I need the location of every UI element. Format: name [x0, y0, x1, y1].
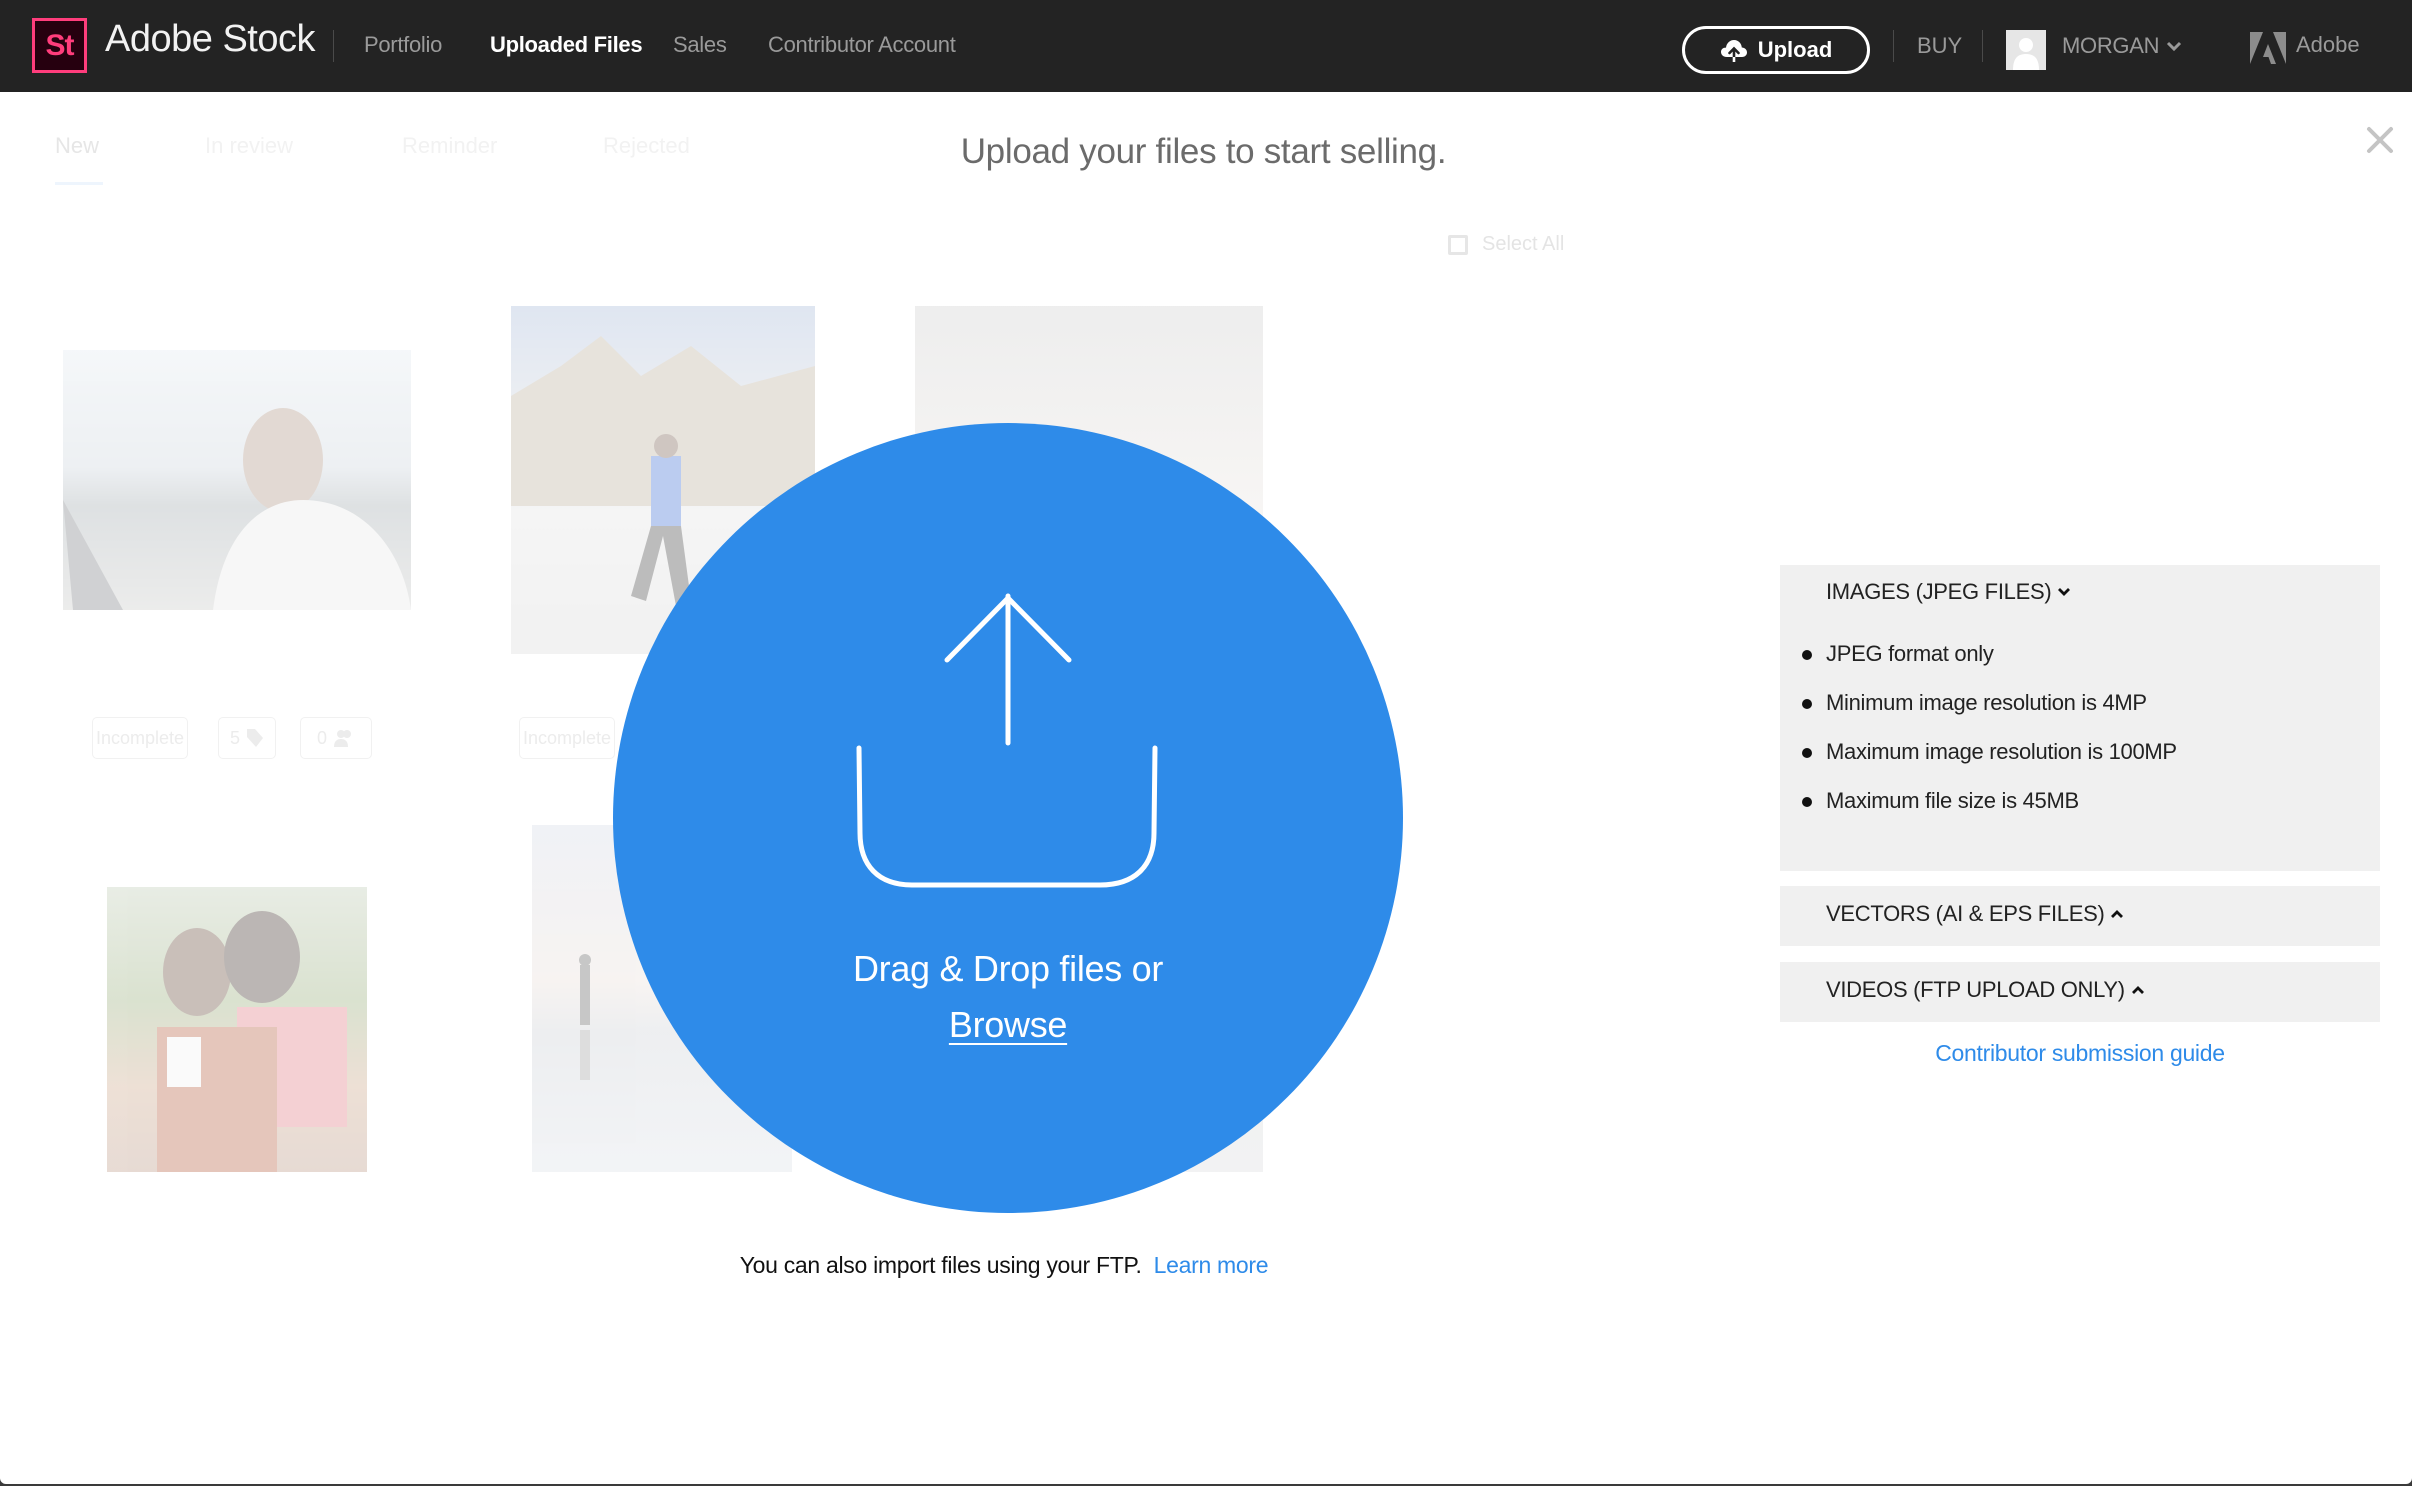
active-tab-indicator	[55, 182, 103, 185]
vectors-requirements-panel: VECTORS (AI & EPS FILES)	[1780, 886, 2380, 946]
brand-name[interactable]: Adobe Stock	[105, 18, 315, 61]
nav-sales[interactable]: Sales	[673, 32, 727, 58]
images-section-toggle[interactable]: IMAGES (JPEG FILES)	[1826, 579, 2071, 605]
ftp-note: You can also import files using your FTP…	[0, 1252, 2008, 1279]
divider	[1982, 30, 1983, 62]
adobe-link[interactable]: Adobe	[2296, 32, 2360, 58]
thumbnail-image	[157, 911, 347, 1172]
people-icon	[334, 730, 351, 747]
vectors-section-title: VECTORS (AI & EPS FILES)	[1826, 901, 2105, 926]
images-requirements-panel: IMAGES (JPEG FILES) JPEG format only Min…	[1780, 565, 2380, 871]
requirement-item: Maximum file size is 45MB	[1802, 786, 2177, 835]
chevron-down-icon[interactable]	[2166, 40, 2182, 52]
top-navigation-bar: St Adobe Stock Portfolio Uploaded Files …	[0, 0, 2412, 92]
user-menu[interactable]: MORGAN	[2062, 33, 2160, 59]
drop-instructions: Drag & Drop files or Browse	[613, 941, 1403, 1053]
user-silhouette-icon	[2013, 38, 2039, 70]
buy-link[interactable]: BUY	[1917, 33, 1962, 59]
upload-arrow-icon	[856, 593, 1158, 888]
drop-zone[interactable]: Drag & Drop files or Browse	[613, 423, 1403, 1213]
tag-icon	[247, 729, 263, 747]
requirement-item: Maximum image resolution is 100MP	[1802, 737, 2177, 786]
keywords-count-badge[interactable]: 5	[218, 717, 276, 759]
contributor-guide-link[interactable]: Contributor submission guide	[1780, 1040, 2380, 1067]
upload-button-label: Upload	[1757, 37, 1833, 62]
avatar[interactable]	[2006, 30, 2046, 70]
upload-page: St Adobe Stock Portfolio Uploaded Files …	[0, 0, 2412, 1484]
images-requirements-list: JPEG format only Minimum image resolutio…	[1802, 639, 2177, 835]
nav-portfolio[interactable]: Portfolio	[364, 32, 442, 58]
status-badge[interactable]: Incomplete	[92, 717, 188, 759]
nav-contributor-account[interactable]: Contributor Account	[768, 32, 956, 58]
requirement-item: JPEG format only	[1802, 639, 2177, 688]
videos-requirements-panel: VIDEOS (FTP UPLOAD ONLY)	[1780, 962, 2380, 1022]
ftp-text: You can also import files using your FTP…	[739, 1252, 1142, 1278]
upload-button[interactable]: Upload	[1682, 26, 1870, 74]
status-badge[interactable]: Incomplete	[519, 717, 615, 759]
vectors-section-toggle[interactable]: VECTORS (AI & EPS FILES)	[1826, 901, 2124, 927]
divider	[1893, 30, 1894, 62]
requirement-item: Minimum image resolution is 4MP	[1802, 688, 2177, 737]
videos-section-toggle[interactable]: VIDEOS (FTP UPLOAD ONLY)	[1826, 977, 2145, 1003]
adobe-logo-icon[interactable]	[2250, 32, 2286, 66]
select-all-checkbox[interactable]	[1448, 234, 1468, 255]
chevron-up-icon	[2131, 986, 2144, 994]
drop-text: Drag & Drop files or	[852, 948, 1164, 989]
select-all[interactable]: Select All	[1448, 233, 1564, 256]
videos-section-title: VIDEOS (FTP UPLOAD ONLY)	[1826, 977, 2125, 1002]
releases-count: 0	[316, 727, 327, 748]
keywords-count: 5	[229, 727, 240, 748]
learn-more-link[interactable]: Learn more	[1154, 1252, 1269, 1278]
releases-count-badge[interactable]: 0	[300, 717, 372, 759]
close-icon[interactable]	[2364, 124, 2396, 156]
thumbnail-image	[63, 408, 411, 610]
browse-link[interactable]: Browse	[949, 1004, 1068, 1045]
chevron-up-icon	[2111, 910, 2124, 918]
file-thumbnail[interactable]	[63, 350, 411, 610]
cloud-upload-icon	[1720, 40, 1747, 62]
chevron-down-icon	[2058, 588, 2071, 596]
file-thumbnail[interactable]	[107, 887, 367, 1172]
divider	[333, 30, 334, 62]
select-all-label: Select All	[1482, 233, 1565, 255]
images-section-title: IMAGES (JPEG FILES)	[1826, 579, 2052, 604]
modal-title: Upload your files to start selling.	[960, 132, 1447, 171]
nav-uploaded-files[interactable]: Uploaded Files	[490, 32, 643, 58]
adobe-stock-logo[interactable]: St	[32, 18, 87, 73]
